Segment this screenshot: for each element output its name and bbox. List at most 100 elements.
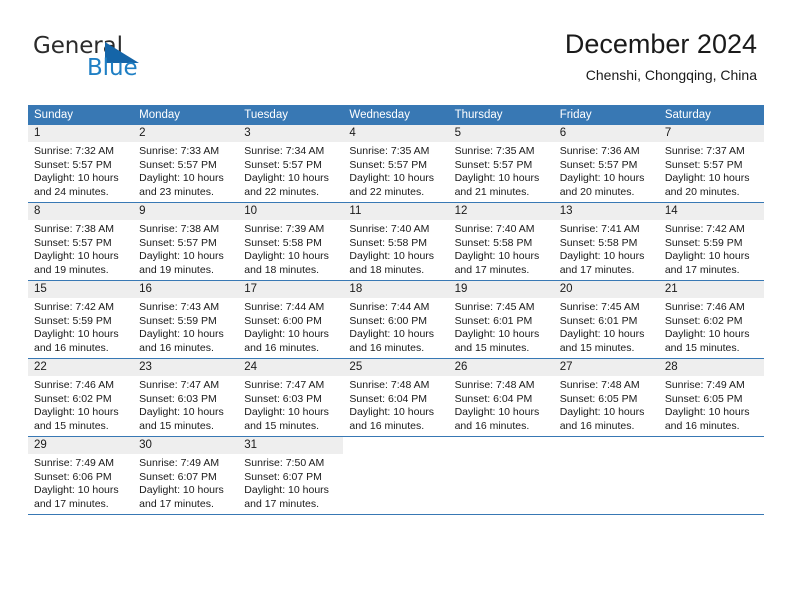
day-details: Sunrise: 7:37 AM Sunset: 5:57 PM Daylight:…	[659, 142, 764, 199]
day-details: Sunrise: 7:47 AM Sunset: 6:03 PM Daylight:…	[238, 376, 343, 433]
calendar-day-cell[interactable]: 16 Sunrise: 7:43 AM Sunset: 5:59 PM Dayligh…	[133, 281, 239, 358]
sunrise-text: Sunrise: 7:39 AM	[244, 223, 325, 235]
daylight-text-line2: and 17 minutes.	[454, 263, 530, 276]
sunset-text: Sunset: 5:57 PM	[559, 158, 638, 171]
weekday-header-row: Sunday Monday Tuesday Wednesday Thursday Frid…	[28, 105, 764, 125]
sunset-text: Sunset: 6:07 PM	[139, 470, 217, 483]
page-header: General Blue December 2024 Chenshi, Chon…	[0, 0, 792, 100]
day-details: Sunrise: 7:41 AM Sunset: 5:58 PM Daylight:…	[554, 220, 659, 277]
day-details: Sunrise: 7:35 AM Sunset: 5:57 PM Daylight:…	[449, 142, 554, 199]
day-number: 24	[238, 359, 344, 376]
sunset-text: Sunset: 5:57 PM	[34, 236, 112, 249]
weekday-header-sunday: Sunday	[34, 109, 74, 121]
calendar-day-cell[interactable]: 1 Sunrise: 7:32 AM Sunset: 5:57 PM Daylight…	[28, 125, 134, 202]
calendar-day-cell[interactable]: 6 Sunrise: 7:36 AM Sunset: 5:57 PM Daylight…	[553, 125, 659, 202]
sunrise-text: Sunrise: 7:40 AM	[454, 223, 535, 235]
day-number: 21	[658, 281, 764, 298]
sunset-text: Sunset: 6:00 PM	[244, 314, 322, 327]
sunset-text: Sunset: 5:57 PM	[244, 158, 322, 171]
calendar-day-cell[interactable]: 24 Sunrise: 7:47 AM Sunset: 6:03 PM Dayligh…	[238, 359, 344, 436]
calendar-day-cell[interactable]: 31 Sunrise: 7:50 AM Sunset: 6:07 PM Dayligh…	[238, 437, 344, 514]
calendar-week-row: 15 Sunrise: 7:42 AM Sunset: 5:59 PM Dayligh…	[28, 280, 764, 358]
daylight-text-line1: Daylight: 10 hours	[349, 172, 435, 184]
calendar-day-cell[interactable]: 20 Sunrise: 7:45 AM Sunset: 6:01 PM Dayligh…	[553, 281, 659, 358]
day-details: Sunrise: 7:45 AM Sunset: 6:01 PM Daylight:…	[449, 298, 554, 355]
day-details	[449, 454, 554, 457]
daylight-text-line1: Daylight: 10 hours	[244, 250, 329, 262]
calendar-day-cell[interactable]: 7 Sunrise: 7:37 AM Sunset: 5:57 PM Daylight…	[658, 125, 764, 202]
sunrise-text: Sunrise: 7:49 AM	[139, 457, 220, 469]
sunrise-text: Sunrise: 7:45 AM	[454, 301, 535, 313]
calendar-day-cell[interactable]: 22 Sunrise: 7:46 AM Sunset: 6:02 PM Dayligh…	[28, 359, 134, 436]
daylight-text-line2: and 16 minutes.	[34, 341, 109, 354]
calendar-day-cell[interactable]: 11 Sunrise: 7:40 AM Sunset: 5:58 PM Dayligh…	[343, 203, 449, 280]
calendar-day-cell[interactable]: 3 Sunrise: 7:34 AM Sunset: 5:57 PM Daylight…	[238, 125, 344, 202]
daylight-text-line1: Daylight: 10 hours	[664, 328, 750, 340]
sunrise-text: Sunrise: 7:48 AM	[349, 379, 430, 391]
daylight-text-line1: Daylight: 10 hours	[139, 406, 224, 418]
day-number: 7	[658, 125, 764, 142]
calendar-day-cell[interactable]: 5 Sunrise: 7:35 AM Sunset: 5:57 PM Daylight…	[448, 125, 554, 202]
daylight-text-line1: Daylight: 10 hours	[139, 484, 224, 496]
sunrise-text: Sunrise: 7:43 AM	[139, 301, 220, 313]
calendar-day-cell[interactable]: 15 Sunrise: 7:42 AM Sunset: 5:59 PM Dayligh…	[28, 281, 134, 358]
calendar-day-cell[interactable]: 27 Sunrise: 7:48 AM Sunset: 6:05 PM Dayligh…	[553, 359, 659, 436]
daylight-text-line1: Daylight: 10 hours	[454, 406, 540, 418]
calendar-day-cell[interactable]: 10 Sunrise: 7:39 AM Sunset: 5:58 PM Dayligh…	[238, 203, 344, 280]
sunset-text: Sunset: 5:57 PM	[664, 158, 743, 171]
day-number: 12	[448, 203, 554, 220]
calendar-day-cell[interactable]: 14 Sunrise: 7:42 AM Sunset: 5:59 PM Dayligh…	[658, 203, 764, 280]
sunset-text: Sunset: 5:57 PM	[139, 158, 217, 171]
calendar-day-cell[interactable]: 19 Sunrise: 7:45 AM Sunset: 6:01 PM Dayligh…	[448, 281, 554, 358]
calendar-day-cell[interactable]: 25 Sunrise: 7:48 AM Sunset: 6:04 PM Dayligh…	[343, 359, 449, 436]
calendar-day-cell[interactable]: 29 Sunrise: 7:49 AM Sunset: 6:06 PM Dayligh…	[28, 437, 134, 514]
sunset-text: Sunset: 6:04 PM	[454, 392, 533, 405]
day-number: 27	[553, 359, 659, 376]
day-details: Sunrise: 7:49 AM Sunset: 6:06 PM Daylight:…	[28, 454, 133, 511]
calendar-day-cell[interactable]: 4 Sunrise: 7:35 AM Sunset: 5:57 PM Daylight…	[343, 125, 449, 202]
sunrise-text: Sunrise: 7:35 AM	[454, 145, 535, 157]
daylight-text-line2: and 15 minutes.	[244, 419, 319, 432]
day-details: Sunrise: 7:49 AM Sunset: 6:07 PM Daylight:…	[133, 454, 238, 511]
day-number: 13	[553, 203, 659, 220]
daylight-text-line1: Daylight: 10 hours	[244, 406, 329, 418]
daylight-text-line1: Daylight: 10 hours	[244, 172, 329, 184]
calendar-day-cell[interactable]: 23 Sunrise: 7:47 AM Sunset: 6:03 PM Dayligh…	[133, 359, 239, 436]
day-details: Sunrise: 7:48 AM Sunset: 6:04 PM Daylight:…	[449, 376, 554, 433]
calendar-day-cell[interactable]: 17 Sunrise: 7:44 AM Sunset: 6:00 PM Dayligh…	[238, 281, 344, 358]
calendar-day-cell[interactable]: 18 Sunrise: 7:44 AM Sunset: 6:00 PM Dayligh…	[343, 281, 449, 358]
daylight-text-line2: and 17 minutes.	[559, 263, 635, 276]
daylight-text-line1: Daylight: 10 hours	[559, 406, 645, 418]
calendar-day-cell[interactable]: 30 Sunrise: 7:49 AM Sunset: 6:07 PM Dayligh…	[133, 437, 239, 514]
daylight-text-line1: Daylight: 10 hours	[664, 250, 750, 262]
day-number: 2	[133, 125, 239, 142]
day-number	[343, 437, 449, 454]
day-details: Sunrise: 7:43 AM Sunset: 5:59 PM Daylight:…	[133, 298, 238, 355]
day-details: Sunrise: 7:42 AM Sunset: 5:59 PM Daylight:…	[28, 298, 133, 355]
calendar-day-cell[interactable]: 2 Sunrise: 7:33 AM Sunset: 5:57 PM Daylight…	[133, 125, 239, 202]
calendar-day-cell[interactable]: 8 Sunrise: 7:38 AM Sunset: 5:57 PM Daylight…	[28, 203, 134, 280]
sunrise-text: Sunrise: 7:44 AM	[244, 301, 325, 313]
daylight-text-line1: Daylight: 10 hours	[559, 250, 645, 262]
day-number: 14	[658, 203, 764, 220]
sunrise-text: Sunrise: 7:44 AM	[349, 301, 430, 313]
daylight-text-line2: and 18 minutes.	[244, 263, 319, 276]
calendar-day-cell[interactable]: 12 Sunrise: 7:40 AM Sunset: 5:58 PM Dayligh…	[448, 203, 554, 280]
calendar-day-cell[interactable]: 21 Sunrise: 7:46 AM Sunset: 6:02 PM Dayligh…	[658, 281, 764, 358]
daylight-text-line1: Daylight: 10 hours	[559, 172, 645, 184]
day-details: Sunrise: 7:40 AM Sunset: 5:58 PM Daylight:…	[449, 220, 554, 277]
calendar-day-cell[interactable]: 26 Sunrise: 7:48 AM Sunset: 6:04 PM Dayligh…	[448, 359, 554, 436]
daylight-text-line1: Daylight: 10 hours	[244, 328, 329, 340]
daylight-text-line2: and 15 minutes.	[664, 341, 740, 354]
daylight-text-line2: and 22 minutes.	[244, 185, 319, 198]
day-number: 17	[238, 281, 344, 298]
sunrise-text: Sunrise: 7:46 AM	[34, 379, 114, 391]
sunset-text: Sunset: 6:07 PM	[244, 470, 322, 483]
daylight-text-line2: and 23 minutes.	[139, 185, 214, 198]
daylight-text-line1: Daylight: 10 hours	[454, 328, 540, 340]
calendar-day-cell[interactable]: 9 Sunrise: 7:38 AM Sunset: 5:57 PM Daylight…	[133, 203, 239, 280]
calendar-day-cell[interactable]: 13 Sunrise: 7:41 AM Sunset: 5:58 PM Dayligh…	[553, 203, 659, 280]
daylight-text-line1: Daylight: 10 hours	[34, 250, 119, 262]
sunset-text: Sunset: 5:58 PM	[559, 236, 638, 249]
calendar-day-cell[interactable]: 28 Sunrise: 7:49 AM Sunset: 6:05 PM Dayligh…	[658, 359, 764, 436]
